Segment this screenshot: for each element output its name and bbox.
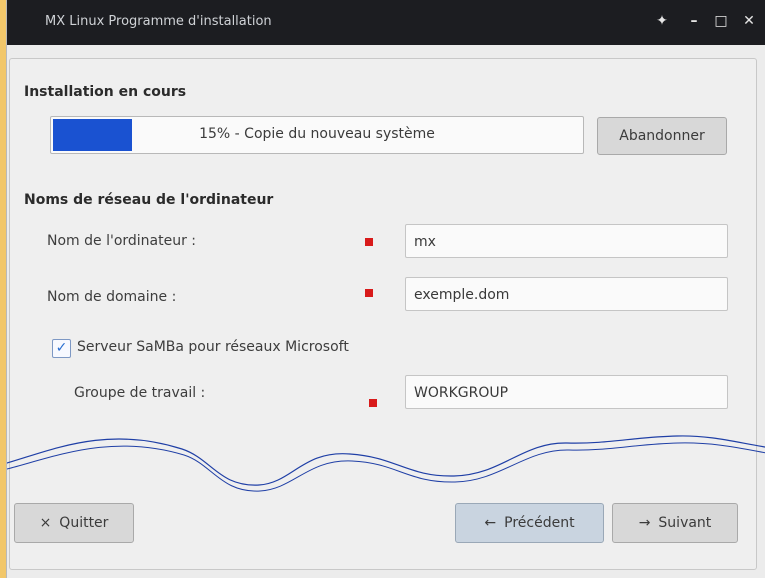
next-button[interactable]: → Suivant <box>612 503 738 543</box>
window-title: MX Linux Programme d'installation <box>45 14 272 29</box>
previous-label: Précédent <box>504 515 575 531</box>
samba-label: Serveur SaMBa pour réseaux Microsoft <box>77 339 349 355</box>
network-section-title: Noms de réseau de l'ordinateur <box>24 192 274 208</box>
arrow-left-icon: ← <box>484 515 497 531</box>
required-marker <box>365 238 373 246</box>
pin-icon[interactable]: ✦ <box>653 12 671 30</box>
close-icon: × <box>39 515 52 531</box>
minimize-icon[interactable]: – <box>685 12 703 30</box>
progress-text: 15% - Copie du nouveau système <box>199 126 435 142</box>
required-marker <box>365 289 373 297</box>
titlebar[interactable]: MX Linux Programme d'installation ✦ – □ … <box>7 0 765 45</box>
domain-name-field[interactable]: exemple.dom <box>405 277 728 311</box>
workgroup-label: Groupe de travail : <box>74 385 206 401</box>
installer-window: MX Linux Programme d'installation ✦ – □ … <box>6 0 765 578</box>
quit-label: Quitter <box>59 515 109 531</box>
domain-name-label: Nom de domaine : <box>47 289 177 305</box>
abort-button[interactable]: Abandonner <box>597 117 727 155</box>
installation-section-title: Installation en cours <box>24 84 187 100</box>
torn-edge-decoration <box>7 435 765 492</box>
close-icon[interactable]: ✕ <box>740 12 758 30</box>
samba-checkbox[interactable]: ✓ <box>52 339 71 358</box>
maximize-icon[interactable]: □ <box>712 12 730 30</box>
next-label: Suivant <box>658 515 712 531</box>
computer-name-label: Nom de l'ordinateur : <box>47 233 197 249</box>
previous-button[interactable]: ← Précédent <box>455 503 604 543</box>
installation-progress-bar: 15% - Copie du nouveau système <box>50 116 584 154</box>
workgroup-field[interactable]: WORKGROUP <box>405 375 728 409</box>
computer-name-field[interactable]: mx <box>405 224 728 258</box>
arrow-right-icon: → <box>638 515 651 531</box>
quit-button[interactable]: × Quitter <box>14 503 134 543</box>
